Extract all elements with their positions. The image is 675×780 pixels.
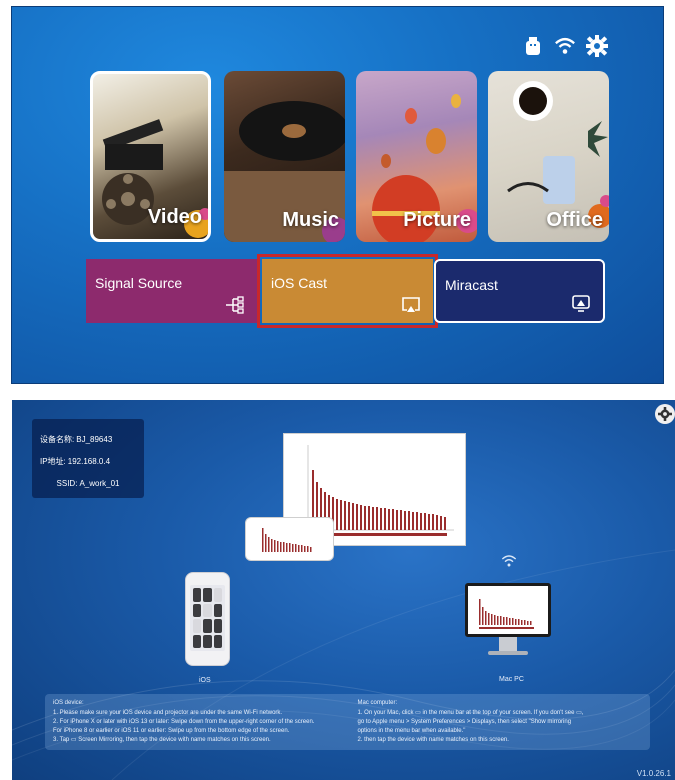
mac-instructions: Mac computer: 1. On your Mac, click ▭ in… (358, 699, 643, 745)
device-info-box: 设备名称: BJ_89643 IP地址: 192.168.0.4 SSID: A… (32, 419, 144, 498)
gear-icon[interactable] (655, 404, 675, 424)
tile-label: Picture (403, 209, 471, 231)
ssid-label: SSID: (56, 479, 78, 488)
ios-step: 1. Please make sure your iOS device and … (53, 710, 283, 716)
tile-label: Video (147, 206, 202, 228)
mac-step: 1. On your Mac, click ▭ in the menu bar … (357, 710, 584, 716)
device-name-row: 设备名称: BJ_89643 (40, 429, 136, 451)
tile-picture[interactable]: Picture (356, 71, 477, 242)
tile-signal-source[interactable]: Signal Source (86, 259, 257, 323)
mac-stand (499, 637, 517, 651)
tile-video[interactable]: Video (90, 71, 211, 242)
tile-office[interactable]: Office (488, 71, 609, 242)
screen-mirror-icon (402, 297, 420, 312)
instructions-panel: iOS device: 1. Please make sure your iOS… (45, 694, 650, 750)
status-bar (522, 35, 608, 57)
tile-label: Miracast (445, 277, 498, 293)
ip-label: IP地址: (40, 457, 66, 466)
ip-value: 192.168.0.4 (67, 457, 111, 466)
iphone-illustration (185, 572, 230, 666)
usb-icon (522, 35, 544, 57)
tile-ios-cast[interactable]: iOS Cast (257, 254, 438, 328)
tile-label: iOS Cast (271, 275, 328, 291)
tile-label: Signal Source (95, 275, 183, 291)
mac-pc-label: Mac PC (499, 676, 524, 683)
mac-pc-illustration (465, 583, 551, 663)
sample-chart-mac (479, 599, 534, 629)
ssid-row: SSID: A_work_01 (40, 473, 136, 495)
ssid-value: A_work_01 (79, 479, 120, 488)
mac-step: go to Apple menu > System Preferences > … (357, 719, 572, 725)
wifi-icon (554, 35, 576, 57)
version-label: V1.0.26.1 (636, 769, 671, 778)
signal-source-icon (226, 296, 244, 314)
device-name-value: BJ_89643 (76, 435, 113, 444)
ios-instructions: iOS device: 1. Please make sure your iOS… (53, 699, 338, 745)
mac-instructions-title: Mac computer: (357, 700, 398, 706)
ios-cast-screen: 设备名称: BJ_89643 IP地址: 192.168.0.4 SSID: A… (12, 400, 675, 780)
wifi-icon (501, 555, 517, 567)
control-center-illustration (190, 585, 225, 651)
mac-step: options in the menu bar when available." (357, 728, 466, 734)
ios-step: 3. Tap ▭ Screen Mirroring, then tap the … (53, 737, 271, 743)
ios-instructions-title: iOS device: (53, 700, 84, 706)
mac-screen (465, 583, 551, 637)
cast-icon (572, 295, 590, 312)
device-name-label: 设备名称: (40, 435, 75, 444)
phone-landscape-illustration (245, 517, 334, 561)
tile-music[interactable]: Music (224, 71, 345, 242)
tile-label: Music (282, 209, 339, 231)
mac-base (488, 651, 528, 655)
ip-row: IP地址: 192.168.0.4 (40, 451, 136, 473)
tile-miracast[interactable]: Miracast (434, 259, 605, 323)
home-screen: Video Music Picture Office Signal Source (11, 6, 664, 384)
mac-step: 2. then tap the device with name matches… (357, 737, 509, 743)
tile-label: Office (546, 209, 603, 231)
ios-step: For iPhone 8 or earlier or iOS 11 or ear… (53, 728, 290, 734)
ios-step: 2. For iPhone X or later with iOS 13 or … (53, 719, 315, 725)
ios-label: iOS (199, 677, 211, 684)
sample-chart-mini (262, 528, 312, 552)
gear-icon[interactable] (586, 35, 608, 57)
